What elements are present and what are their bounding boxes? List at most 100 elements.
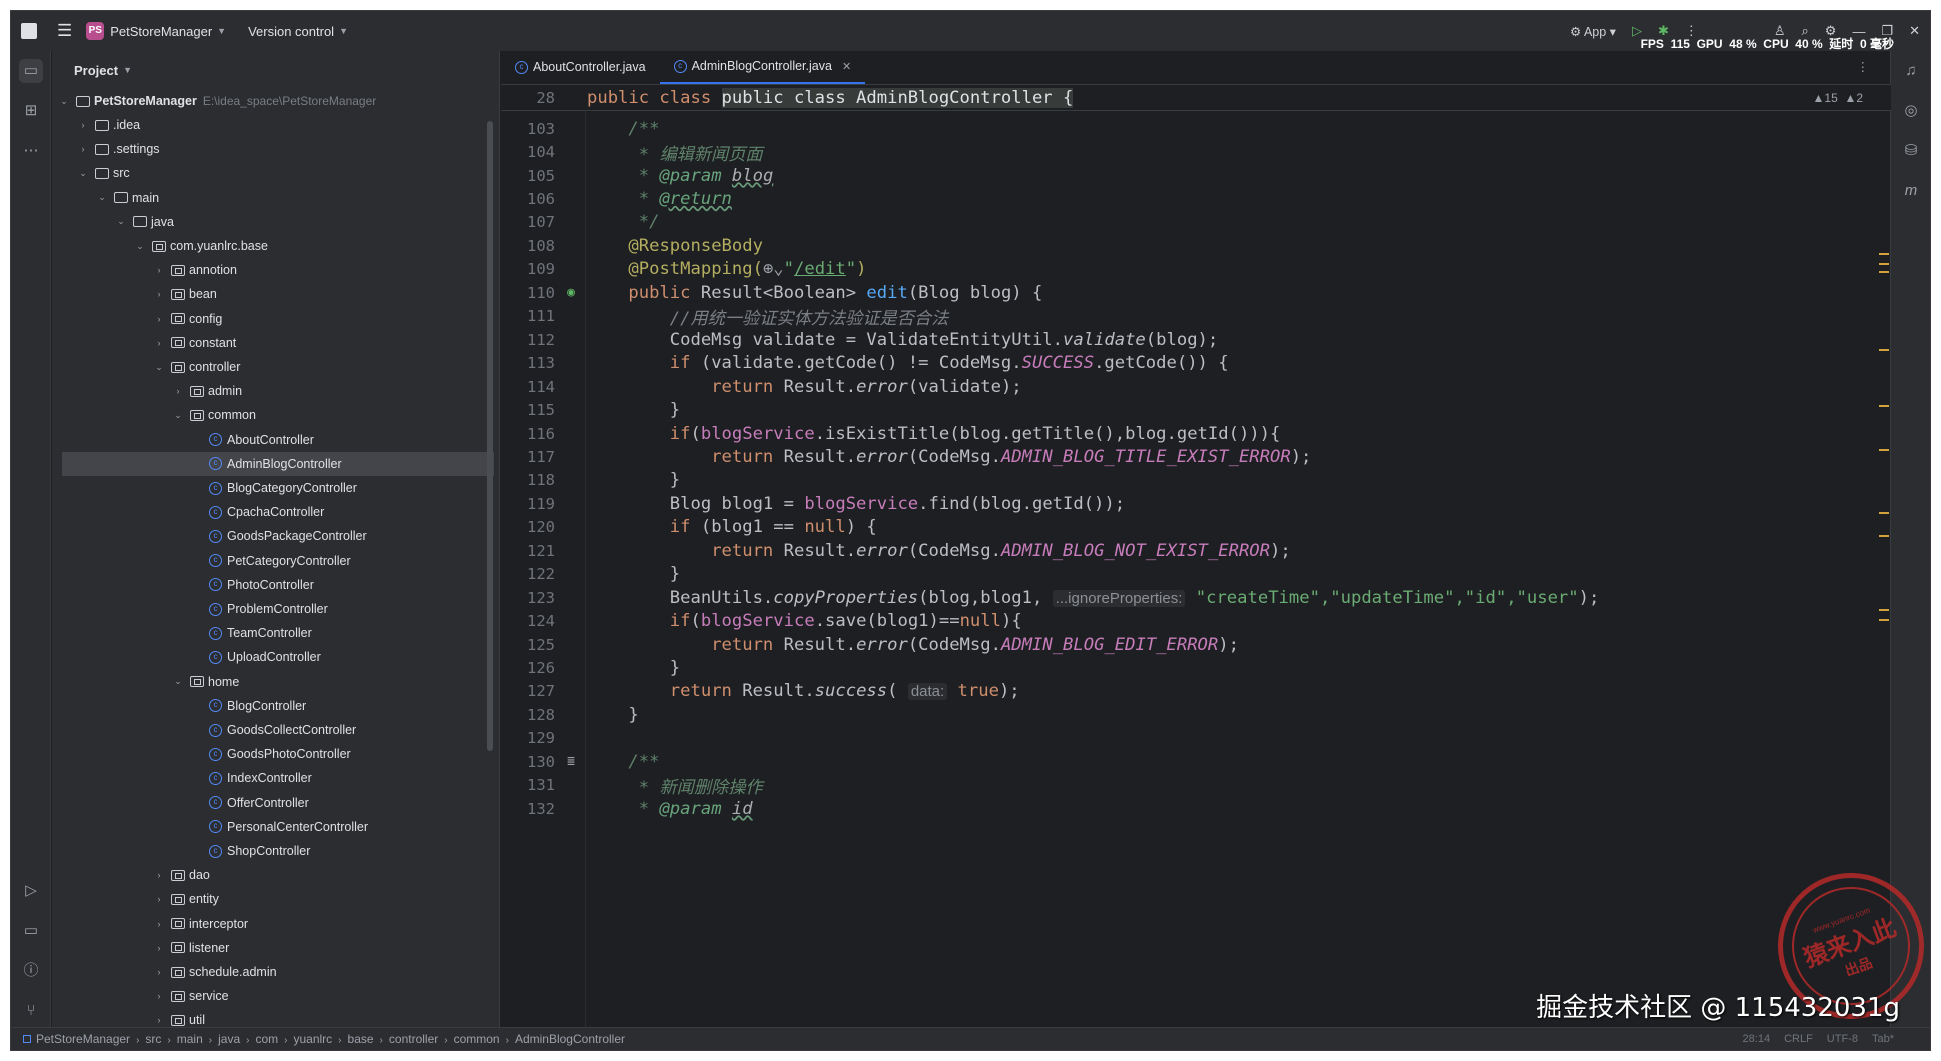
- tree-item[interactable]: › entity: [52, 887, 498, 911]
- code-line[interactable]: 125 return Result.error(CodeMsg.ADMIN_BL…: [501, 633, 1891, 656]
- tree-item[interactable]: › config: [52, 307, 498, 331]
- code-line[interactable]: 129: [501, 727, 1891, 750]
- project-panel-header[interactable]: Project ▼: [52, 51, 499, 89]
- chevron-down-icon[interactable]: ⌄: [134, 241, 146, 252]
- breadcrumb-item[interactable]: PetStoreManager: [36, 1032, 130, 1046]
- tree-item[interactable]: ⌄ common: [52, 403, 498, 427]
- line-number[interactable]: 105: [501, 167, 555, 185]
- chevron-right-icon[interactable]: ›: [172, 386, 184, 396]
- warning-mark[interactable]: [1879, 349, 1889, 351]
- line-number[interactable]: 103: [501, 120, 555, 138]
- breadcrumb-item[interactable]: common: [454, 1032, 500, 1046]
- tree-item[interactable]: › util: [52, 1008, 498, 1029]
- tab-about-controller[interactable]: c AboutController.java: [501, 50, 660, 84]
- breadcrumb-item[interactable]: src: [145, 1032, 161, 1046]
- mapping-path[interactable]: /edit: [794, 259, 846, 279]
- warning-mark[interactable]: [1879, 449, 1889, 451]
- tree-item[interactable]: c BlogController: [52, 694, 498, 718]
- breadcrumb-item[interactable]: base: [348, 1032, 374, 1046]
- line-number[interactable]: 108: [501, 237, 555, 255]
- line-number[interactable]: 113: [501, 354, 555, 372]
- breadcrumb-item[interactable]: yuanlrc: [293, 1032, 332, 1046]
- inspection-counter[interactable]: ▲15 ▲2: [1813, 91, 1863, 105]
- project-scrollbar[interactable]: [487, 121, 493, 751]
- breadcrumb-item[interactable]: AdminBlogController: [515, 1032, 625, 1046]
- chevron-right-icon[interactable]: ›: [153, 991, 165, 1001]
- code-line[interactable]: 131 * 新闻删除操作: [501, 774, 1891, 798]
- code-line[interactable]: 124 if(blogService.save(blog1)==null){: [501, 609, 1891, 632]
- doc-render-icon[interactable]: ≣: [555, 754, 587, 769]
- chevron-right-icon[interactable]: ›: [77, 120, 89, 130]
- tree-item[interactable]: c UploadController: [52, 645, 498, 669]
- code-line[interactable]: 132 * @param id: [501, 797, 1891, 820]
- chevron-right-icon[interactable]: ›: [153, 967, 165, 977]
- tree-item[interactable]: c GoodsCollectController: [52, 718, 498, 742]
- warning-mark[interactable]: [1879, 263, 1889, 265]
- code-line[interactable]: 121 return Result.error(CodeMsg.ADMIN_BL…: [501, 539, 1891, 562]
- breadcrumb-item[interactable]: java: [218, 1032, 240, 1046]
- line-number[interactable]: 118: [501, 471, 555, 489]
- tree-item[interactable]: › dao: [52, 863, 498, 887]
- chevron-right-icon[interactable]: ›: [153, 870, 165, 880]
- tree-item[interactable]: › admin: [52, 379, 498, 403]
- tree-item[interactable]: › service: [52, 984, 498, 1008]
- tree-item[interactable]: › schedule.admin: [52, 960, 498, 984]
- line-number[interactable]: 128: [501, 706, 555, 724]
- tree-item[interactable]: c ShopController: [52, 839, 498, 863]
- breadcrumb-item[interactable]: main: [177, 1032, 203, 1046]
- notifications-icon[interactable]: ♫: [1899, 59, 1923, 83]
- line-number[interactable]: 125: [501, 636, 555, 654]
- cursor-position[interactable]: 28:14: [1743, 1033, 1771, 1045]
- endpoint-gutter-icon[interactable]: ◉: [555, 285, 587, 300]
- line-number[interactable]: 120: [501, 518, 555, 536]
- line-number[interactable]: 126: [501, 659, 555, 677]
- code-line[interactable]: 120 if (blog1 == null) {: [501, 516, 1891, 539]
- chevron-down-icon[interactable]: ⌄: [172, 410, 184, 421]
- code-line[interactable]: 128 }: [501, 703, 1891, 726]
- warning-mark[interactable]: [1879, 535, 1889, 537]
- tree-item[interactable]: › .idea: [52, 113, 498, 137]
- chevron-right-icon[interactable]: ›: [153, 265, 165, 275]
- ai-assistant-icon[interactable]: ◎: [1899, 99, 1923, 123]
- tree-item[interactable]: ⌄ main: [52, 186, 498, 210]
- chevron-down-icon[interactable]: ⌄: [172, 676, 184, 687]
- tree-item[interactable]: ⌄ controller: [52, 355, 498, 379]
- project-folder-icon[interactable]: ▭: [19, 59, 43, 83]
- line-number[interactable]: 129: [501, 729, 555, 747]
- line-number[interactable]: 110: [501, 284, 555, 302]
- code-line[interactable]: 104 * 编辑新闻页面: [501, 140, 1891, 165]
- line-number[interactable]: 114: [501, 378, 555, 396]
- warning-mark[interactable]: [1879, 609, 1889, 611]
- line-number[interactable]: 106: [501, 190, 555, 208]
- chevron-right-icon[interactable]: ›: [153, 1015, 165, 1025]
- close-icon[interactable]: ✕: [1909, 23, 1920, 39]
- tree-item[interactable]: ⌄ src: [52, 161, 498, 185]
- chevron-right-icon[interactable]: ›: [153, 338, 165, 348]
- code-line[interactable]: 127 return Result.success( data: true);: [501, 680, 1891, 703]
- line-number[interactable]: 117: [501, 448, 555, 466]
- code-line[interactable]: 103 /**: [501, 117, 1891, 140]
- close-tab-icon[interactable]: ✕: [842, 60, 851, 73]
- tree-item[interactable]: c PetCategoryController: [52, 549, 498, 573]
- line-number[interactable]: 122: [501, 565, 555, 583]
- chevron-right-icon[interactable]: ›: [153, 894, 165, 904]
- app-logo-icon[interactable]: [21, 23, 37, 39]
- chevron-down-icon[interactable]: ⌄: [96, 192, 108, 203]
- code-line[interactable]: 113 if (validate.getCode() != CodeMsg.SU…: [501, 352, 1891, 375]
- line-number[interactable]: 104: [501, 143, 555, 161]
- tree-item[interactable]: c GoodsPhotoController: [52, 742, 498, 766]
- line-number[interactable]: 124: [501, 612, 555, 630]
- tree-item[interactable]: › constant: [52, 331, 498, 355]
- warning-mark[interactable]: [1879, 253, 1889, 255]
- tree-item[interactable]: c TeamController: [52, 621, 498, 645]
- tree-item[interactable]: › annotion: [52, 258, 498, 282]
- line-number[interactable]: 130: [501, 753, 555, 771]
- chevron-right-icon[interactable]: ›: [153, 919, 165, 929]
- code-line[interactable]: 109 @PostMapping(⊕⌄"/edit"): [501, 258, 1891, 281]
- tree-item[interactable]: c ProblemController: [52, 597, 498, 621]
- code-line[interactable]: 119 Blog blog1 = blogService.find(blog.g…: [501, 492, 1891, 515]
- indent-setting[interactable]: Tab*: [1872, 1033, 1894, 1045]
- line-number[interactable]: 109: [501, 260, 555, 278]
- tab-menu-icon[interactable]: ⋮: [1857, 59, 1870, 74]
- code-line[interactable]: 108 @ResponseBody: [501, 234, 1891, 257]
